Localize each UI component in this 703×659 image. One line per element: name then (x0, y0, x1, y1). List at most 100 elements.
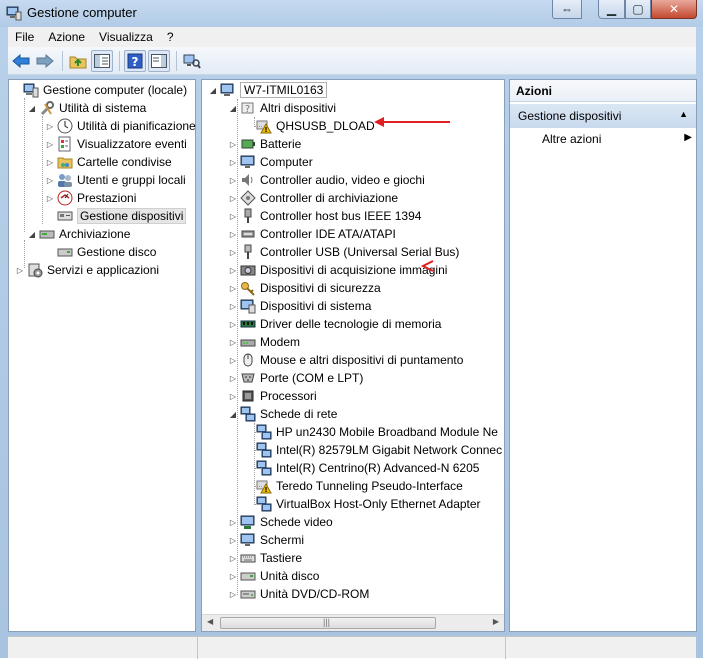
device-item[interactable]: ! Teredo Tunneling Pseudo-Interface (256, 477, 463, 495)
device-item[interactable]: VirtualBox Host-Only Ethernet Adapter (256, 495, 481, 513)
expand-arrow-icon[interactable]: ▷ (45, 117, 55, 135)
device-category[interactable]: ▷ Controller IDE ATA/ATAPI (228, 225, 396, 243)
device-item[interactable]: Intel(R) 82579LM Gigabit Network Connec (256, 441, 502, 459)
expand-arrow-icon[interactable]: ▷ (45, 135, 55, 153)
expand-arrow-icon[interactable]: ▷ (228, 351, 238, 369)
expand-arrow-icon[interactable]: ▷ (228, 135, 238, 153)
tree-node-services[interactable]: ▷ Servizi e applicazioni (15, 261, 159, 279)
svg-text:?: ? (132, 55, 139, 69)
expand-arrow-icon[interactable]: ▷ (228, 585, 238, 603)
battery-icon (240, 136, 256, 152)
title-bar[interactable]: Gestione computer ⇔ ▁ ▢ ✕ (0, 0, 703, 27)
expand-arrow-icon[interactable]: ▷ (228, 297, 238, 315)
scroll-left-icon[interactable]: ◀ (207, 617, 213, 626)
expand-arrow-icon[interactable]: ▷ (228, 315, 238, 333)
tree-node-event-viewer[interactable]: ▷ Visualizzatore eventi (45, 135, 187, 153)
console-tree-pane[interactable]: Gestione computer (locale) ◢ Utilità di … (8, 79, 196, 632)
expand-arrow-icon[interactable]: ▷ (228, 531, 238, 549)
tree-node-system-tools[interactable]: ◢ Utilità di sistema (27, 99, 146, 117)
expand-arrow-icon[interactable]: ▷ (228, 513, 238, 531)
device-category[interactable]: ▷ Controller USB (Universal Serial Bus) (228, 243, 459, 261)
show-hide-tree-button[interactable] (91, 49, 113, 72)
device-category[interactable]: ▷ Processori (228, 387, 317, 405)
expand-arrow-icon[interactable]: ▷ (228, 225, 238, 243)
collapse-arrow-icon[interactable]: ◢ (208, 81, 218, 99)
expand-arrow-icon[interactable]: ▷ (228, 207, 238, 225)
device-category[interactable]: ▷ Batterie (228, 135, 301, 153)
minimize-button[interactable]: ▁ (598, 0, 625, 19)
actions-section-device-manager[interactable]: Gestione dispositivi ▲ (510, 104, 696, 128)
device-category[interactable]: ▷ Dispositivi di sistema (228, 297, 371, 315)
tree-node-disk-management[interactable]: Gestione disco (57, 243, 156, 261)
device-category[interactable]: ▷ Controller di archiviazione (228, 189, 398, 207)
tree-node-shared-folders[interactable]: ▷ Cartelle condivise (45, 153, 172, 171)
tree-node-device-manager[interactable]: Gestione dispositivi (57, 207, 187, 225)
device-category[interactable]: ▷ Unità disco (228, 567, 319, 585)
menu-file[interactable]: File (8, 30, 41, 44)
expand-arrow-icon[interactable]: ▷ (228, 189, 238, 207)
tree-node-performance[interactable]: ▷ Prestazioni (45, 189, 136, 207)
menu-visualizza[interactable]: Visualizza (92, 30, 160, 44)
expand-arrow-icon[interactable]: ▷ (228, 261, 238, 279)
expand-arrow-icon[interactable]: ▷ (45, 171, 55, 189)
tree-node-local-users[interactable]: ▷ Utenti e gruppi locali (45, 171, 186, 189)
expand-arrow-icon[interactable]: ▷ (228, 549, 238, 567)
up-level-button[interactable] (67, 50, 89, 72)
maximize-button[interactable]: ▢ (625, 0, 651, 19)
expand-arrow-icon[interactable]: ▷ (228, 153, 238, 171)
more-actions-item[interactable]: Altre azioni ▶ (542, 132, 692, 146)
menu-azione[interactable]: Azione (41, 30, 92, 44)
expand-arrow-icon[interactable]: ▷ (228, 567, 238, 585)
device-category[interactable]: ▷ Mouse e altri dispositivi di puntamento (228, 351, 464, 369)
device-category[interactable]: ◢ Schede di rete (228, 405, 337, 423)
collapse-arrow-icon[interactable]: ◢ (228, 99, 238, 117)
device-category[interactable]: ▷ Dispositivi di sicurezza (228, 279, 381, 297)
back-button[interactable] (10, 50, 32, 72)
scroll-right-icon[interactable]: ▶ (493, 617, 499, 626)
device-category[interactable]: ▷ Driver delle tecnologie di memoria (228, 315, 442, 333)
help-button[interactable]: ? (124, 49, 146, 72)
device-root[interactable]: ◢ W7-ITMIL0163 (208, 81, 328, 99)
scan-hardware-button[interactable] (181, 50, 203, 72)
collapse-arrow-icon[interactable]: ◢ (228, 405, 238, 423)
device-item[interactable]: HP un2430 Mobile Broadband Module Ne (256, 423, 498, 441)
expand-arrow-icon[interactable]: ▷ (228, 387, 238, 405)
device-category[interactable]: ▷ Controller audio, video e giochi (228, 171, 425, 189)
device-category[interactable]: ▷ Modem (228, 333, 300, 351)
device-category[interactable]: ▷ Controller host bus IEEE 1394 (228, 207, 421, 225)
tree-node-storage[interactable]: ◢ Archiviazione (27, 225, 130, 243)
device-category[interactable]: ▷ Schede video (228, 513, 333, 531)
device-item[interactable]: ! QHSUSB_DLOAD (256, 117, 375, 135)
device-category[interactable]: ◢? Altri dispositivi (228, 99, 336, 117)
expand-arrow-icon[interactable]: ▷ (45, 153, 55, 171)
close-button[interactable]: ✕ (651, 0, 697, 19)
expand-arrow-icon[interactable]: ▷ (45, 189, 55, 207)
collapse-arrow-icon[interactable]: ◢ (27, 99, 37, 117)
expand-arrow-icon[interactable]: ▷ (228, 243, 238, 261)
device-category[interactable]: ▷ Unità DVD/CD-ROM (228, 585, 369, 603)
expand-arrow-icon[interactable]: ▷ (15, 261, 25, 279)
device-category[interactable]: ▷ Tastiere (228, 549, 302, 567)
device-category[interactable]: ▷ Schermi (228, 531, 304, 549)
forward-arrow-icon (36, 53, 54, 68)
expander-icon[interactable] (11, 81, 21, 99)
expand-arrow-icon[interactable]: ▷ (228, 171, 238, 189)
device-category[interactable]: ▷ Computer (228, 153, 313, 171)
device-category[interactable]: ▷ Dispositivi di acquisizione immagini (228, 261, 447, 279)
device-category[interactable]: ▷ Porte (COM e LPT) (228, 369, 363, 387)
expand-arrow-icon[interactable]: ▷ (228, 279, 238, 297)
expand-arrow-icon[interactable]: ▷ (228, 333, 238, 351)
tree-node-task-scheduler[interactable]: ▷ Utilità di pianificazione (45, 117, 196, 135)
expand-arrow-icon[interactable]: ▷ (228, 369, 238, 387)
forward-button[interactable] (34, 50, 56, 72)
tree-node-root[interactable]: Gestione computer (locale) (11, 81, 187, 99)
menu-help[interactable]: ? (160, 30, 181, 44)
collapse-up-icon[interactable]: ▲ (679, 109, 688, 123)
device-tree-pane[interactable]: ◢ W7-ITMIL0163 ◢? Altri dispositivi! QHSUS… (201, 79, 505, 632)
device-item[interactable]: Intel(R) Centrino(R) Advanced-N 6205 (256, 459, 479, 477)
collapse-arrow-icon[interactable]: ◢ (27, 225, 37, 243)
horizontal-scrollbar[interactable]: ◀ ||| ▶ (202, 614, 504, 631)
move-window-button[interactable]: ⇔ (552, 0, 582, 19)
show-hide-action-pane-button[interactable] (148, 49, 170, 72)
scrollbar-thumb[interactable]: ||| (220, 617, 436, 629)
